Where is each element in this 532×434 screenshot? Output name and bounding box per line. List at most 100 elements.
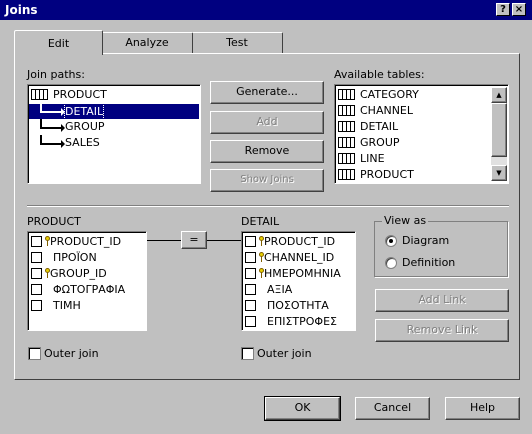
field-row[interactable]: CHANNEL_ID [245, 250, 334, 266]
left-table-fields[interactable]: PRODUCT_ID ΠΡΟΪΟΝ GROUP_ID ΦΩΤΟΓΡΑΦΙΑ ΤΙ… [27, 231, 147, 331]
field-checkbox[interactable] [31, 267, 42, 279]
ok-button[interactable]: OK [264, 396, 341, 421]
cancel-button[interactable]: Cancel [355, 397, 430, 420]
list-item[interactable]: GROUP [338, 135, 400, 151]
list-item[interactable]: LINE [338, 151, 385, 167]
tree-item-product[interactable]: PRODUCT [31, 87, 107, 103]
generate-button[interactable]: Generate... [210, 81, 324, 104]
vertical-scrollbar[interactable]: ▲ ▼ [491, 87, 507, 181]
join-arrow-icon [40, 104, 65, 116]
field-row[interactable]: ΕΠΙΣΤΡΟΦΕΣ [245, 314, 337, 330]
table-icon [338, 152, 355, 164]
list-item-label: CHANNEL [360, 104, 414, 117]
remove-button[interactable]: Remove [210, 140, 324, 163]
tab-edit-label: Edit [47, 37, 70, 50]
list-item[interactable]: CATEGORY [338, 87, 419, 103]
table-icon [338, 120, 355, 132]
join-paths-tree[interactable]: PRODUCT DETAIL GROUP SALES [27, 84, 201, 184]
list-item[interactable]: PRODUCT [338, 167, 414, 183]
list-item-label: CATEGORY [360, 88, 419, 101]
checkbox-label: Outer join [257, 347, 312, 360]
field-checkbox[interactable] [245, 235, 256, 247]
right-outer-join-checkbox[interactable]: Outer join [241, 346, 312, 360]
field-checkbox[interactable] [245, 299, 256, 311]
field-checkbox[interactable] [31, 299, 42, 311]
field-label: ΗΜΕΡΟΜΗΝΙΑ [264, 267, 341, 280]
diagram-radio-label[interactable]: Diagram [402, 234, 449, 247]
tab-test-label: Test [226, 36, 248, 49]
definition-radio[interactable] [385, 257, 397, 269]
definition-radio-label[interactable]: Definition [402, 256, 455, 269]
field-row[interactable]: PRODUCT_ID [31, 234, 121, 250]
field-row[interactable]: ΠΟΣΟΤΗΤΑ [245, 298, 329, 314]
tab-analyze[interactable]: Analyze [101, 32, 193, 54]
field-checkbox[interactable] [31, 283, 42, 295]
table-icon [31, 88, 48, 100]
list-item-label: PRODUCT [360, 168, 414, 181]
available-tables-list[interactable]: CATEGORY CHANNEL DETAIL GROUP LINE PRODU… [334, 84, 509, 184]
tab-analyze-label: Analyze [125, 36, 169, 49]
checkbox-box[interactable] [28, 346, 41, 360]
key-icon [259, 236, 264, 246]
left-table-name: PRODUCT [27, 215, 81, 228]
field-label: PRODUCT_ID [264, 235, 336, 248]
field-label: ΠΟΣΟΤΗΤΑ [267, 299, 329, 312]
tree-item-label: PRODUCT [53, 88, 107, 101]
right-table-fields[interactable]: PRODUCT_ID CHANNEL_ID ΗΜΕΡΟΜΗΝΙΑ ΑΞΙΑ ΠΟ… [241, 231, 356, 331]
remove-link-button[interactable]: Remove Link [375, 319, 509, 342]
list-item-label: GROUP [360, 136, 400, 149]
scroll-up-icon[interactable]: ▲ [491, 87, 507, 103]
list-item[interactable]: DETAIL [338, 119, 398, 135]
list-item-label: LINE [360, 152, 385, 165]
add-button[interactable]: Add [210, 111, 324, 134]
tree-item-label: GROUP [65, 120, 105, 133]
tree-item-group[interactable]: GROUP [29, 119, 199, 135]
checkbox-box[interactable] [241, 346, 254, 360]
key-icon [259, 268, 264, 278]
available-tables-label: Available tables: [334, 68, 425, 81]
tab-test[interactable]: Test [191, 32, 283, 54]
table-icon [338, 104, 355, 116]
field-checkbox[interactable] [245, 283, 256, 295]
right-table-name: DETAIL [241, 215, 280, 228]
diagram-radio[interactable] [385, 235, 397, 247]
field-row[interactable]: PRODUCT_ID [245, 234, 335, 250]
table-icon [338, 168, 355, 180]
field-row[interactable]: GROUP_ID [31, 266, 107, 282]
show-joins-button[interactable]: Show Joins [210, 169, 324, 192]
close-title-button[interactable]: × [512, 3, 526, 16]
join-arrow-icon [40, 135, 65, 148]
key-icon [45, 268, 50, 278]
tree-item-sales[interactable]: SALES [29, 135, 199, 151]
field-row[interactable]: ΤΙΜΗ [31, 298, 81, 314]
scroll-thumb[interactable] [491, 103, 507, 157]
key-icon [45, 236, 50, 246]
add-link-button[interactable]: Add Link [375, 289, 509, 312]
window-title: Joins [5, 3, 38, 17]
field-label: ΕΠΙΣΤΡΟΦΕΣ [267, 315, 337, 328]
field-label: CHANNEL_ID [264, 251, 335, 264]
join-link-line [207, 240, 241, 241]
view-as-label: View as [382, 214, 429, 227]
join-paths-label: Join paths: [27, 68, 85, 81]
join-arrow-icon [40, 119, 65, 132]
list-item[interactable]: CHANNEL [338, 103, 413, 119]
field-row[interactable]: ΠΡΟΪΟΝ [31, 250, 97, 266]
field-checkbox[interactable] [31, 251, 42, 263]
key-icon [259, 252, 264, 262]
tab-edit[interactable]: Edit [14, 30, 103, 55]
scroll-down-icon[interactable]: ▼ [491, 165, 507, 181]
help-button[interactable]: Help [445, 397, 520, 420]
field-checkbox[interactable] [245, 251, 256, 263]
field-row[interactable]: ΗΜΕΡΟΜΗΝΙΑ [245, 266, 341, 282]
field-checkbox[interactable] [245, 315, 256, 327]
join-operator-button[interactable]: = [181, 231, 207, 249]
field-row[interactable]: ΦΩΤΟΓΡΑΦΙΑ [31, 282, 125, 298]
field-label: ΠΡΟΪΟΝ [53, 251, 97, 264]
help-title-button[interactable]: ? [496, 3, 510, 16]
tree-item-detail[interactable]: DETAIL [29, 103, 199, 120]
field-row[interactable]: ΑΞΙΑ [245, 282, 292, 298]
field-checkbox[interactable] [245, 267, 256, 279]
left-outer-join-checkbox[interactable]: Outer join [28, 346, 99, 360]
field-checkbox[interactable] [31, 235, 42, 247]
